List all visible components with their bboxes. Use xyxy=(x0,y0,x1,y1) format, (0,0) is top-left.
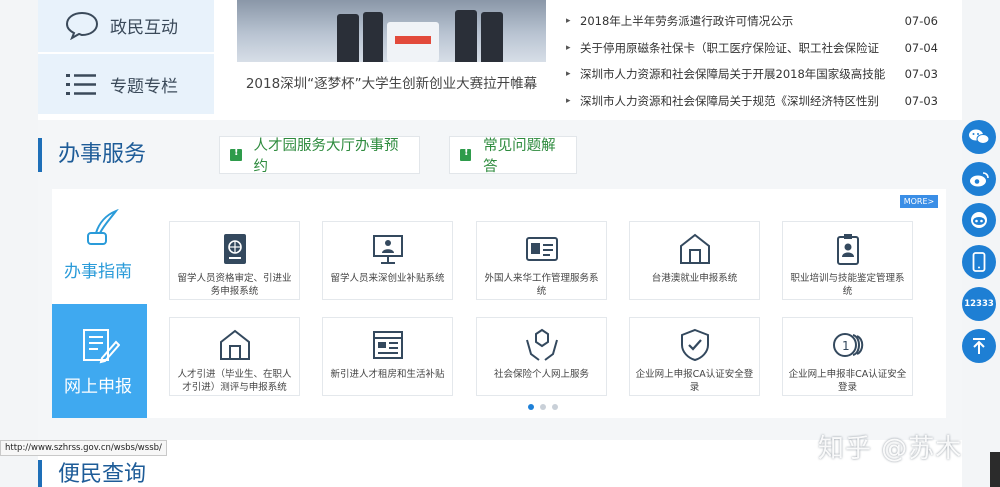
carousel-pagination xyxy=(528,404,558,410)
nav-tile-label: 专题专栏 xyxy=(110,77,178,97)
weibo-icon xyxy=(970,172,989,187)
banner-caption[interactable]: 2018深圳“逐梦杯”大学生创新创业大赛拉开帷幕 xyxy=(237,72,546,92)
news-banner-photo[interactable] xyxy=(237,0,546,62)
svg-text:1: 1 xyxy=(842,339,850,353)
list-item[interactable]: ▸ 关于停用原磁条社保卡（职工医疗保险证、职工社会保险证 07-04 xyxy=(566,35,938,62)
nav-tile-label: 政民互动 xyxy=(110,18,178,38)
mobile-site-button[interactable] xyxy=(962,245,996,279)
tab-label: 网上申报 xyxy=(64,377,132,397)
wechat-icon xyxy=(969,129,990,144)
carousel-dot[interactable] xyxy=(552,404,558,410)
right-gutter xyxy=(962,0,1000,487)
robot-icon xyxy=(971,212,987,228)
service-card-overseas-qualification[interactable]: 留学人员资格审定、引进业务申报系统 xyxy=(169,221,300,300)
service-card-talent-introduction[interactable]: 人才引进（毕业生、在职人才引进）测评与申报系统 xyxy=(169,317,300,396)
carousel-dot[interactable] xyxy=(540,404,546,410)
nav-tile-special[interactable]: 专题专栏 xyxy=(38,54,214,114)
coins-icon: 1 xyxy=(832,333,863,357)
faq-button[interactable]: 常见问题解答 xyxy=(449,136,577,175)
arrow-up-icon xyxy=(973,338,985,354)
news-list: ▸ 2018年上半年劳务派遣行政许可情况公示 07-06 ▸ 关于停用原磁条社保卡（职… xyxy=(566,8,938,114)
house-icon xyxy=(679,233,710,264)
window-edge xyxy=(990,452,1000,487)
more-link[interactable]: MORE> xyxy=(900,195,938,208)
chat-bubble-icon xyxy=(65,11,99,40)
carousel-dot[interactable] xyxy=(528,404,534,410)
back-to-top-button[interactable] xyxy=(962,329,996,363)
banner-display-stand xyxy=(387,22,439,62)
watermark: 知乎 @苏木 xyxy=(818,434,963,464)
flag-icon xyxy=(460,147,472,161)
services-title: 办事服务 xyxy=(38,138,146,172)
shield-check-icon xyxy=(680,328,709,362)
tab-online-declare[interactable]: 网上申报 xyxy=(52,304,147,418)
house-icon xyxy=(219,329,250,360)
service-card-non-ca-login[interactable]: 1 企业网上申报非CA认证安全登录 xyxy=(782,317,913,396)
service-card-ca-login[interactable]: 企业网上申报CA认证安全登录 xyxy=(629,317,760,396)
bullet-arrow-icon: ▸ xyxy=(566,95,571,106)
list-item[interactable]: ▸ 2018年上半年劳务派遣行政许可情况公示 07-06 xyxy=(566,8,938,35)
presentation-icon xyxy=(372,235,403,264)
service-robot-button[interactable] xyxy=(962,203,996,237)
nav-tile-interaction[interactable]: 政民互动 xyxy=(38,0,214,52)
wechat-button[interactable] xyxy=(962,120,996,154)
list-item[interactable]: ▸ 深圳市人力资源和社会保障局关于开展2018年国家级高技能 07-03 xyxy=(566,61,938,88)
flag-icon xyxy=(230,147,242,161)
tab-service-guide[interactable]: 办事指南 xyxy=(52,189,147,304)
service-card-social-insurance[interactable]: 社会保险个人网上服务 xyxy=(476,317,607,396)
service-card-hk-macao-taiwan[interactable]: 台港澳就业申报系统 xyxy=(629,221,760,300)
bullet-arrow-icon: ▸ xyxy=(566,69,571,80)
status-bar-url: http://www.szhrss.gov.cn/wsbs/wssb/ xyxy=(0,440,167,456)
passport-icon xyxy=(223,234,246,264)
hotline-button[interactable]: 12333 xyxy=(962,287,996,321)
left-gutter xyxy=(0,0,38,487)
id-card-icon xyxy=(525,237,558,261)
quill-ink-icon xyxy=(87,209,119,245)
appointment-button[interactable]: 人才园服务大厅办事预约 xyxy=(219,136,420,175)
bullet-arrow-icon: ▸ xyxy=(566,42,571,53)
mobile-phone-icon xyxy=(972,252,986,272)
service-card-housing-subsidy[interactable]: 新引进人才租房和生活补贴 xyxy=(322,317,453,396)
bullet-arrow-icon: ▸ xyxy=(566,16,571,27)
service-card-foreigner-work[interactable]: 外国人来华工作管理服务系统 xyxy=(476,221,607,300)
weibo-button[interactable] xyxy=(962,162,996,196)
list-icon xyxy=(66,74,96,95)
list-item[interactable]: ▸ 深圳市人力资源和社会保障局关于规范《深圳经济特区性别 07-03 xyxy=(566,88,938,115)
service-card-vocational-training[interactable]: 职业培训与技能鉴定管理系统 xyxy=(782,221,913,300)
service-card-startup-subsidy[interactable]: 留学人员来深创业补贴系统 xyxy=(322,221,453,300)
tab-label: 办事指南 xyxy=(64,262,132,282)
badge-icon xyxy=(836,234,859,265)
hands-box-icon xyxy=(525,328,558,361)
web-page-icon xyxy=(372,331,403,359)
form-pencil-icon xyxy=(83,329,120,364)
query-title: 便民查询 xyxy=(38,460,146,487)
